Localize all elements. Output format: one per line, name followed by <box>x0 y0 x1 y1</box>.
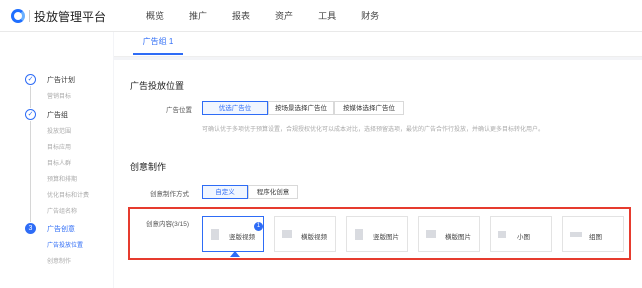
mode-programmatic[interactable]: 程序化创意 <box>248 185 298 199</box>
step-ad-plan[interactable]: 广告计划 <box>47 75 75 85</box>
tab-strip: 广告组 1 <box>114 32 642 57</box>
nav-assets[interactable]: 资产 <box>275 11 293 21</box>
check-icon: ✓ <box>25 109 36 120</box>
count-badge: 1 <box>254 222 263 231</box>
format-vertical-image[interactable]: 竖版图片 <box>346 216 408 252</box>
video-icon <box>211 229 219 240</box>
nav-overview[interactable]: 概览 <box>146 11 164 21</box>
step-number-badge: 3 <box>25 223 36 234</box>
format-label: 竖版图片 <box>373 234 399 241</box>
step-ad-group[interactable]: 广告组 <box>47 110 68 120</box>
nav-tools[interactable]: 工具 <box>318 11 336 21</box>
group-image-icon <box>570 232 582 237</box>
format-label: 竖版视频 <box>229 234 255 241</box>
logo-icon <box>11 9 25 23</box>
placement-label: 广告位置 <box>166 107 192 114</box>
format-horizontal-image[interactable]: 横版图片 <box>418 216 480 252</box>
nav-promote[interactable]: 推广 <box>189 11 207 21</box>
mode-custom[interactable]: 自定义 <box>202 185 248 199</box>
substep-group-name[interactable]: 广告组名称 <box>47 206 77 215</box>
substep-audience[interactable]: 目标人群 <box>47 158 71 167</box>
option-scene-placement[interactable]: 按场景选择广告位 <box>268 101 334 115</box>
placement-hint: 可确认优于多项优于预算设置，合规授权优化可以成本对比，选择预留选项，最优的广告合… <box>202 127 545 133</box>
creative-content-label: 创意内容(3/15) <box>146 221 189 228</box>
substep-creative-make[interactable]: 创意制作 <box>47 256 71 265</box>
top-nav: 概览 推广 报表 资产 工具 财务 <box>146 9 404 22</box>
step-ad-creative[interactable]: 广告创意 <box>47 224 75 234</box>
format-horizontal-video[interactable]: 横版视频 <box>274 216 336 252</box>
substep-placement[interactable]: 广告投放位置 <box>47 240 83 249</box>
substep-marketing-goal[interactable]: 营销目标 <box>47 91 71 100</box>
creative-mode-label: 创意制作方式 <box>150 191 189 198</box>
step-connector <box>30 86 31 108</box>
tab-ad-group-1[interactable]: 广告组 1 <box>133 32 183 55</box>
format-label: 组图 <box>589 234 602 241</box>
format-label: 横版视频 <box>301 234 327 241</box>
substep-target-app[interactable]: 目标应用 <box>47 142 71 151</box>
check-icon: ✓ <box>25 74 36 85</box>
section-creative-title: 创意制作 <box>130 162 167 172</box>
small-image-icon <box>498 231 506 238</box>
image-icon <box>426 230 436 238</box>
substep-budget[interactable]: 预算和排期 <box>47 174 77 183</box>
top-bar: 投放管理平台 概览 推广 报表 资产 工具 财务 <box>0 0 642 32</box>
brand-divider <box>29 10 30 22</box>
step-connector <box>30 121 31 222</box>
selection-pointer <box>230 251 240 257</box>
brand-title: 投放管理平台 <box>34 10 107 24</box>
option-smart-placement[interactable]: 优选广告位 <box>202 101 268 115</box>
substep-range[interactable]: 投放范围 <box>47 126 71 135</box>
format-label: 小图 <box>517 234 530 241</box>
format-vertical-video[interactable]: 竖版视频 <box>202 216 264 252</box>
option-media-placement[interactable]: 按媒体选择广告位 <box>334 101 404 115</box>
nav-finance[interactable]: 财务 <box>361 11 379 21</box>
section-placement-title: 广告投放位置 <box>130 81 185 91</box>
format-group-image[interactable]: 组图 <box>562 216 624 252</box>
format-label: 横版图片 <box>445 234 471 241</box>
format-small-image[interactable]: 小图 <box>490 216 552 252</box>
substep-optimization[interactable]: 优化目标和计费 <box>47 190 89 199</box>
nav-reports[interactable]: 报表 <box>232 11 250 21</box>
image-icon <box>355 229 363 240</box>
video-icon <box>282 230 292 238</box>
